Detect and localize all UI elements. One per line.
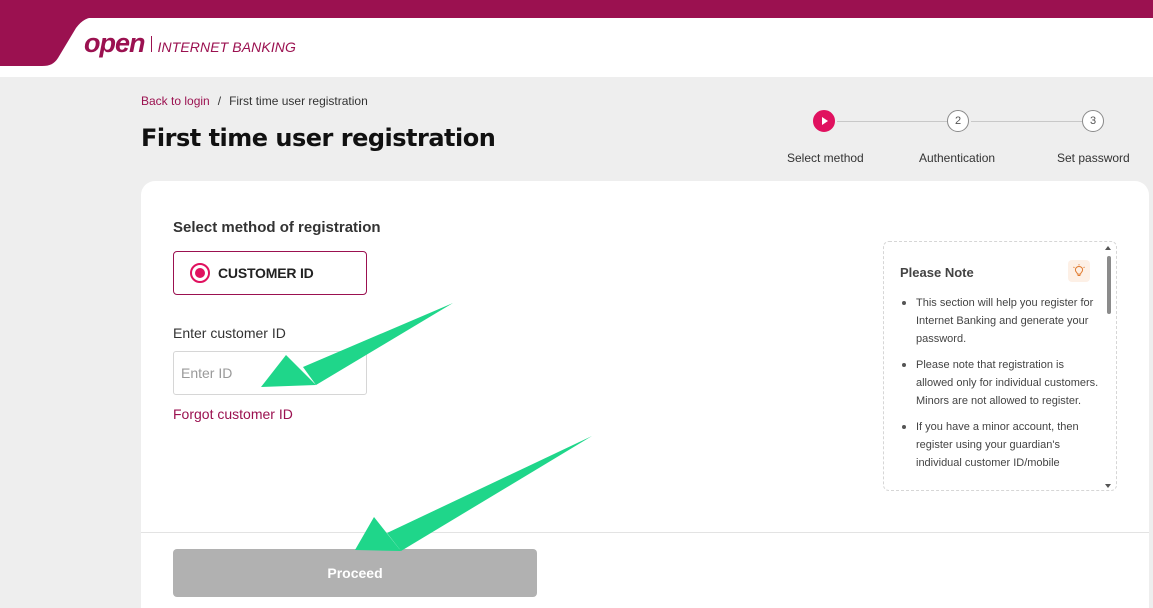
step-3-number: 3 [1089,115,1097,127]
note-item: Please note that registration is allowed… [900,356,1100,410]
step-2-label: Authentication [919,151,996,165]
header-band [0,0,1153,18]
breadcrumb-separator: / [217,94,222,108]
stepper-connector [837,121,947,122]
logo[interactable]: open INTERNET BANKING [84,28,296,59]
lightbulb-icon [1068,260,1090,282]
step-2-indicator: 2 [947,110,969,132]
back-to-login-link[interactable]: Back to login [141,94,210,108]
proceed-button[interactable]: Proceed [173,549,537,597]
note-scrollbar[interactable] [1104,246,1114,488]
radio-selected-icon[interactable] [190,263,210,283]
card-divider [141,532,1149,533]
note-list: This section will help you register for … [900,294,1100,480]
please-note-panel: Please Note This section will help you r… [883,241,1117,491]
breadcrumb-current: First time user registration [229,94,368,108]
step-1-label: Select method [787,151,864,165]
scroll-thumb[interactable] [1107,256,1111,314]
step-3-label: Set password [1057,151,1130,165]
header: open INTERNET BANKING [0,0,1153,77]
customer-id-input[interactable] [173,351,367,395]
logo-subtitle: INTERNET BANKING [157,39,297,55]
note-title: Please Note [900,265,974,280]
page-title: First time user registration [141,124,496,152]
breadcrumb: Back to login / First time user registra… [141,94,368,108]
forgot-customer-id-link[interactable]: Forgot customer ID [173,406,293,422]
registration-card: Select method of registration CUSTOMER I… [141,181,1149,608]
step-3-indicator: 3 [1082,110,1104,132]
customer-id-option-label: CUSTOMER ID [218,265,314,281]
logo-divider [150,35,152,52]
note-item: This section will help you register for … [900,294,1100,348]
scroll-up-icon[interactable] [1105,246,1111,250]
step-1-indicator [813,110,835,132]
step-2-number: 2 [954,115,962,127]
progress-stepper: 2 3 Select method Authentication Set pas… [780,108,1140,168]
section-title: Select method of registration [173,219,381,236]
page: open INTERNET BANKING Back to login / Fi… [0,0,1153,608]
customer-id-label: Enter customer ID [173,325,286,341]
logo-wordmark: open [84,28,145,58]
customer-id-option[interactable]: CUSTOMER ID [173,251,367,295]
scroll-down-icon[interactable] [1105,484,1111,488]
stepper-connector [971,121,1082,122]
note-item: If you have a minor account, then regist… [900,418,1100,472]
